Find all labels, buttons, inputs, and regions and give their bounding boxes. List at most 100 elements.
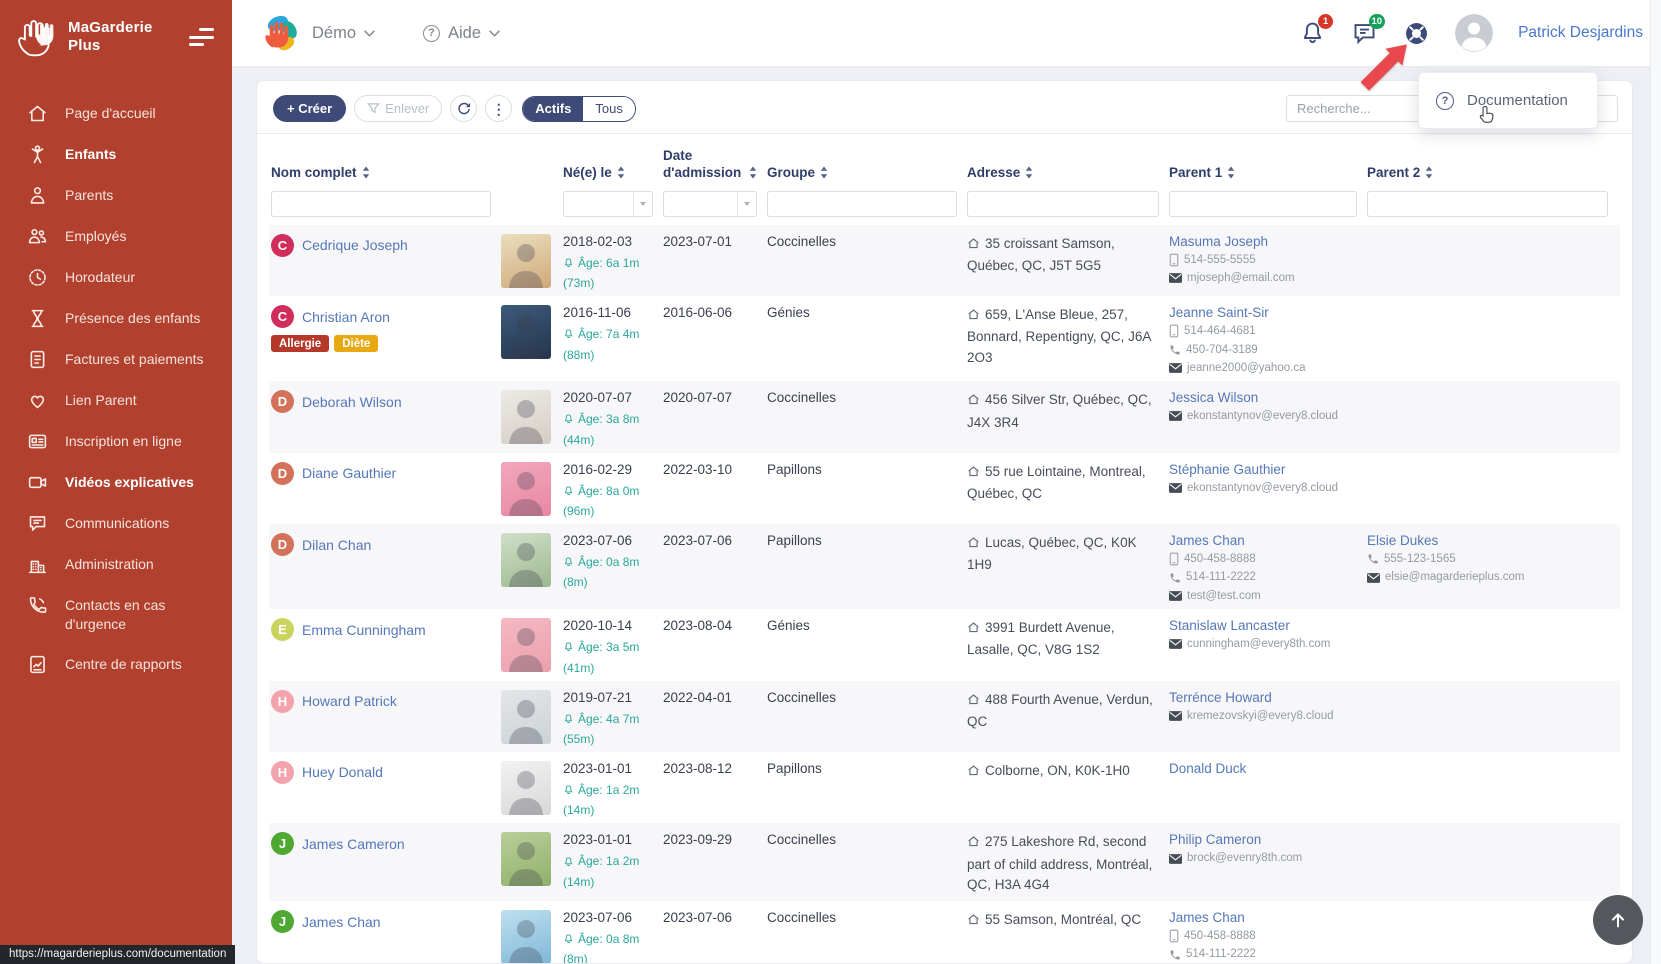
table-row[interactable]: C Cedrique Joseph 2018-02-03 [269,225,1620,296]
child-name-link[interactable]: Huey Donald [302,764,383,780]
child-name-link[interactable]: Emma Cunningham [302,622,426,638]
child-name-link[interactable]: Howard Patrick [302,693,397,709]
table-row[interactable]: E Emma Cunningham 2020-10-14 [269,609,1620,680]
scroll-to-top-button[interactable] [1593,895,1643,945]
home-icon [967,307,980,327]
sidebar-item-factures[interactable]: Factures et paiements [0,339,232,380]
child-name-link[interactable]: Christian Aron [302,309,390,325]
table-row[interactable]: H Howard Patrick 2019-07-21 [269,681,1620,752]
email-icon [1169,411,1182,421]
contact-line: 450-458-8888 [1169,552,1357,566]
parent-name-link[interactable]: Masuma Joseph [1169,234,1357,249]
admission-date: 2023-07-01 [663,234,732,249]
sidebar-nav: Page d'accueil Enfants Parents Employés … [0,93,232,685]
filter-admission-dropdown[interactable] [737,192,756,216]
address-cell: Colborne, ON, K0K-1H0 [967,761,1169,817]
phone-icon [1169,344,1181,356]
messages-button[interactable]: 10 [1351,20,1378,47]
header-parent-2[interactable]: Parent 2 [1367,165,1618,191]
sidebar-item-horodateur[interactable]: Horodateur [0,257,232,298]
filter-nom-input[interactable] [271,191,491,217]
table-row[interactable]: C Christian Aron AllergieDiète 2016-11-0… [269,296,1620,381]
admission-date: 2023-08-12 [663,761,732,776]
filter-ne-le-dropdown[interactable] [633,192,652,216]
filter-tous-button[interactable]: Tous [583,97,634,121]
sidebar-item-administration[interactable]: Administration [0,544,232,585]
contact-line: 514-111-2222 [1169,570,1357,584]
avatar[interactable] [1455,14,1493,52]
parent-name-link[interactable]: Elsie Dukes [1367,533,1608,548]
org-selector[interactable]: Démo [310,20,377,47]
filter-adresse-input[interactable] [967,191,1159,217]
parent-name-link[interactable]: James Chan [1169,533,1357,548]
remove-button[interactable]: Enlever [354,95,442,122]
sidebar-item-parents[interactable]: Parents [0,175,232,216]
sidebar-item-employes[interactable]: Employés [0,216,232,257]
table-row[interactable]: H Huey Donald 2023-01-01 [269,752,1620,823]
parent-name-link[interactable]: Jeanne Saint-Sir [1169,305,1357,320]
sidebar-item-communications[interactable]: Communications [0,503,232,544]
report-icon [27,654,48,675]
child-name-link[interactable]: James Chan [302,914,381,930]
age-bell-icon [563,856,574,868]
age-line: Âge: 3a 5m [563,640,653,654]
support-button[interactable] [1403,20,1430,47]
user-name[interactable]: Patrick Desjardins [1518,24,1643,42]
child-name-link[interactable]: Deborah Wilson [302,394,402,410]
parent2-cell [1367,690,1618,746]
table-row[interactable]: J James Chan 2023-07-06 [269,901,1620,963]
table-row[interactable]: D Dilan Chan 2023-07-06 [269,524,1620,609]
header-ne-le[interactable]: Né(e) le [563,165,663,191]
header-parent-1[interactable]: Parent 1 [1169,165,1367,191]
sidebar-item-rapports[interactable]: Centre de rapports [0,644,232,685]
parent-name-link[interactable]: Philip Cameron [1169,832,1357,847]
child-name-link[interactable]: Diane Gauthier [302,465,396,481]
sidebar-item-lien-parent[interactable]: Lien Parent [0,380,232,421]
parent-name-link[interactable]: Jessica Wilson [1169,390,1357,405]
filter-parent1-input[interactable] [1169,191,1357,217]
more-options-button[interactable]: ⋮ [485,95,512,122]
parent-name-link[interactable]: Terrénce Howard [1169,690,1357,705]
help-menu-button[interactable]: ? Aide [421,20,502,47]
header-adresse[interactable]: Adresse [967,165,1169,191]
create-button[interactable]: + Créer [273,95,346,122]
child-silhouette-icon [501,618,551,672]
birth-date: 2020-07-07 [563,390,653,405]
documentation-menu-item[interactable]: Documentation [1467,92,1568,109]
child-name-link[interactable]: Cedrique Joseph [302,237,408,253]
child-name-link[interactable]: James Cameron [302,836,405,852]
sidebar-item-enfants[interactable]: Enfants [0,134,232,175]
parent-name-link[interactable]: James Chan [1169,910,1357,925]
table-row[interactable]: D Deborah Wilson 2020-07-07 [269,381,1620,452]
parent2-cell [1367,761,1618,817]
sidebar-item-accueil[interactable]: Page d'accueil [0,93,232,134]
sidebar-item-videos[interactable]: Vidéos explicatives [0,462,232,503]
notifications-button[interactable]: 1 [1299,20,1326,47]
content-area: + Créer Enlever ⋮ Actifs Tous [232,66,1661,964]
age-line: Âge: 0a 8m [563,932,653,946]
age-months: (88m) [563,348,653,362]
filter-groupe-input[interactable] [767,191,957,217]
age-months: (8m) [563,952,653,963]
age-bell-icon [563,784,574,796]
menu-toggle-icon[interactable] [183,24,220,50]
child-name-link[interactable]: Dilan Chan [302,537,371,553]
header-date-admission[interactable]: Date d'admission [663,148,767,191]
page-scrollbar[interactable] [1650,0,1661,964]
home-icon [967,464,980,484]
sort-icon [749,166,757,179]
table-row[interactable]: J James Cameron 2023-01-01 [269,823,1620,901]
table-row[interactable]: D Diane Gauthier 2016-02-29 [269,453,1620,524]
group-name: Papillons [767,462,822,477]
header-nom-complet[interactable]: Nom complet [271,165,501,191]
sidebar-item-presence[interactable]: Présence des enfants [0,298,232,339]
filter-parent2-input[interactable] [1367,191,1608,217]
filter-actifs-button[interactable]: Actifs [523,97,583,121]
parent-name-link[interactable]: Stanislaw Lancaster [1169,618,1357,633]
sidebar-item-inscription[interactable]: Inscription en ligne [0,421,232,462]
sidebar-item-urgence[interactable]: Contacts en cas d'urgence [0,585,232,644]
parent-name-link[interactable]: Stéphanie Gauthier [1169,462,1357,477]
parent-name-link[interactable]: Donald Duck [1169,761,1357,776]
header-groupe[interactable]: Groupe [767,165,967,191]
refresh-button[interactable] [450,95,477,122]
